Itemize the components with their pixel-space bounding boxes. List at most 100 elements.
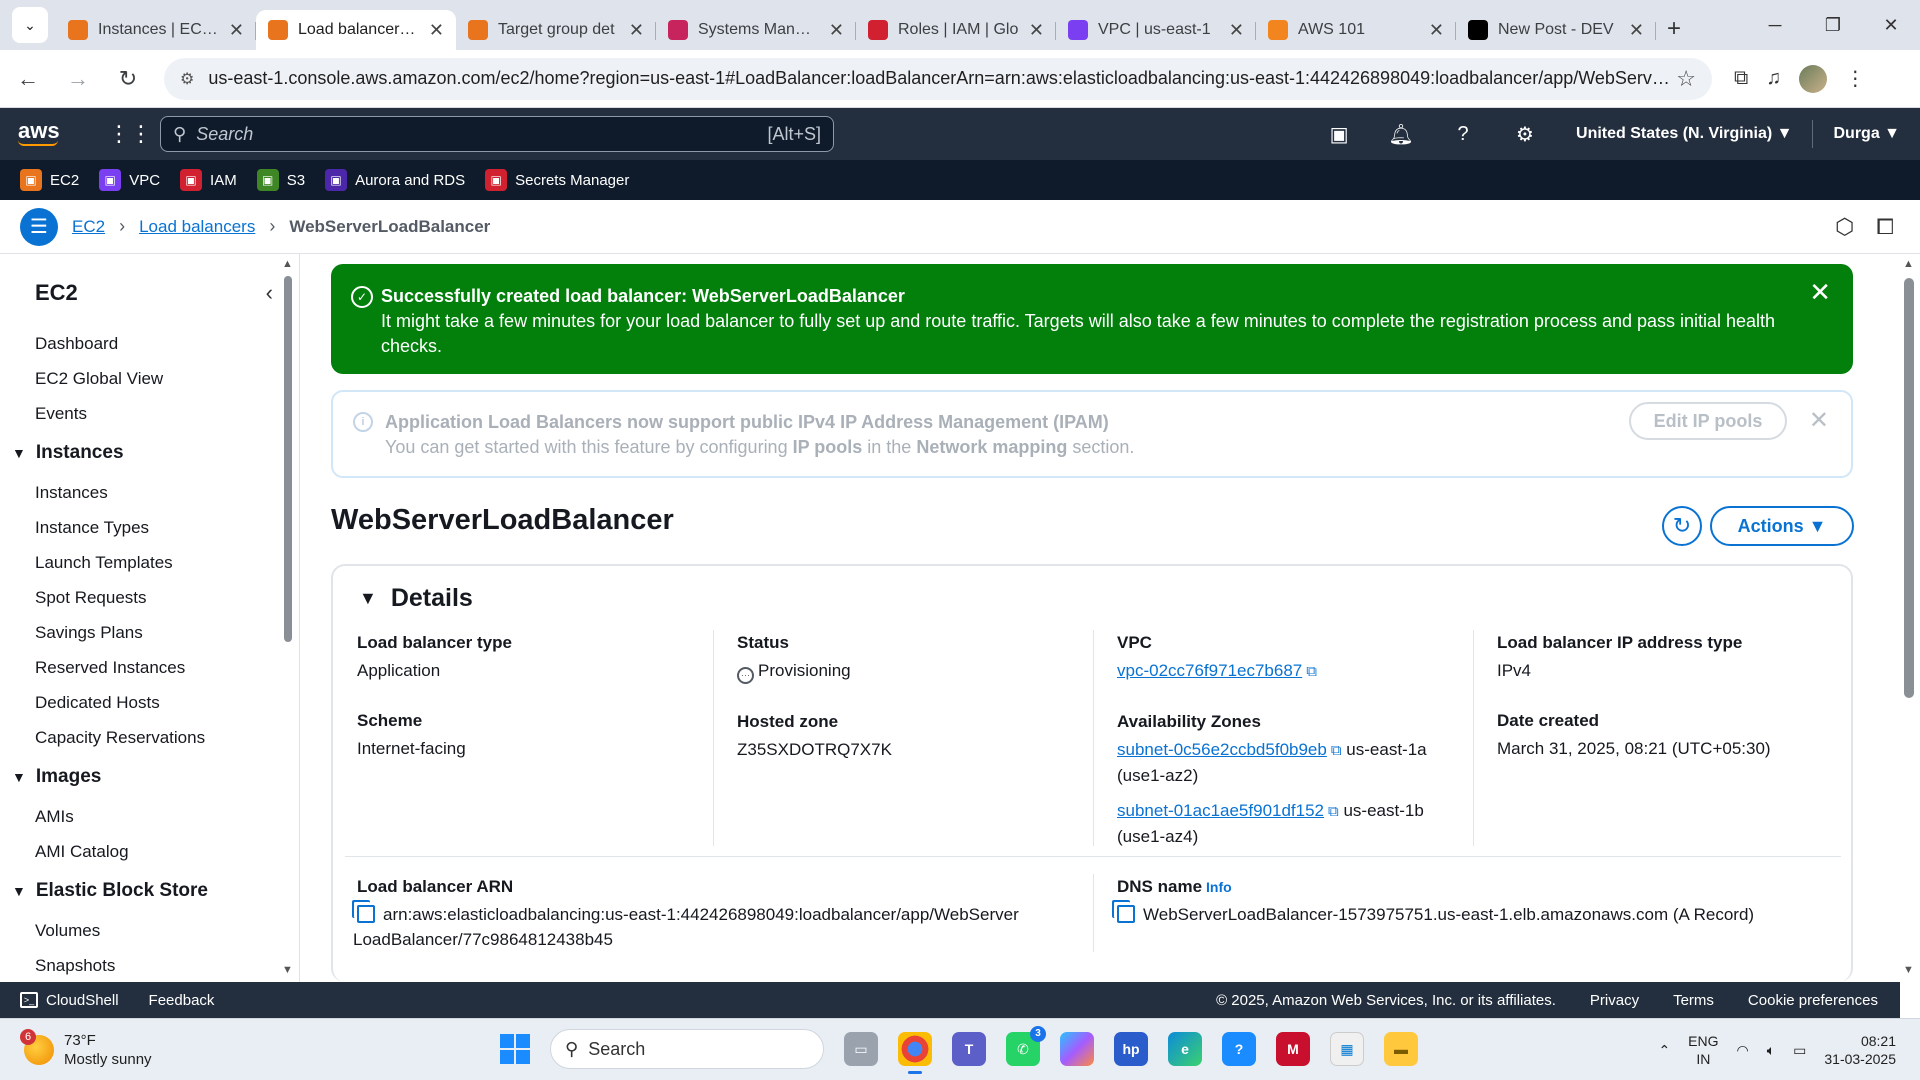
main-scrollbar[interactable]: ▲ ▼: [1896, 254, 1920, 982]
site-info-icon[interactable]: ⚙: [180, 69, 194, 89]
tab-search-button[interactable]: ⌄: [12, 7, 48, 43]
breadcrumb-load-balancers[interactable]: Load balancers: [139, 217, 255, 237]
help-icon[interactable]: ?: [1432, 123, 1494, 146]
browser-tab[interactable]: Target group det ✕: [456, 10, 656, 50]
sidebar-item[interactable]: Volumes: [0, 913, 299, 948]
actions-button[interactable]: Actions ▼: [1710, 506, 1854, 546]
feedback-link[interactable]: Feedback: [149, 992, 215, 1009]
teams-icon[interactable]: T: [952, 1032, 986, 1066]
back-button[interactable]: ←: [6, 57, 50, 101]
clock[interactable]: 08:21 31-03-2025: [1824, 1032, 1896, 1068]
service-shortcut[interactable]: ▣ S3: [256, 169, 305, 191]
sidebar-section-header[interactable]: ▼ Instances: [0, 431, 299, 475]
vpc-link[interactable]: vpc-02cc76f971ec7b687: [1117, 661, 1302, 680]
breadcrumb-ec2[interactable]: EC2: [72, 217, 105, 237]
details-header[interactable]: ▼ Details: [359, 584, 473, 613]
scroll-down-icon[interactable]: ▼: [282, 964, 293, 976]
forward-button[interactable]: →: [56, 57, 100, 101]
shield-settings-icon[interactable]: ⬡: [1835, 214, 1854, 240]
whatsapp-icon[interactable]: ✆ 3: [1006, 1026, 1046, 1066]
battery-icon[interactable]: ▭: [1793, 1042, 1806, 1059]
browser-tab[interactable]: Roles | IAM | Glo ✕: [856, 10, 1056, 50]
browser-tab[interactable]: Instances | EC2 | ✕: [56, 10, 256, 50]
chrome-icon[interactable]: [898, 1032, 932, 1074]
store-icon[interactable]: ▦: [1330, 1032, 1364, 1066]
sidebar-item[interactable]: Events: [0, 396, 299, 431]
get-help-icon[interactable]: ?: [1222, 1032, 1256, 1066]
sidebar-item[interactable]: Instances: [0, 475, 299, 510]
reload-button[interactable]: ↻: [106, 57, 150, 101]
browser-tab[interactable]: Load balancer de ✕: [256, 10, 456, 50]
menu-toggle-button[interactable]: ☰: [20, 207, 58, 246]
service-shortcut[interactable]: ▣ Aurora and RDS: [325, 169, 465, 191]
tab-close-icon[interactable]: ✕: [1429, 20, 1444, 41]
dismiss-success-button[interactable]: ✕: [1809, 279, 1831, 305]
new-tab-button[interactable]: +: [1656, 11, 1692, 47]
dismiss-info-button[interactable]: ✕: [1809, 408, 1829, 433]
show-hidden-icons-icon[interactable]: ⌃: [1658, 1042, 1670, 1059]
scroll-down-icon[interactable]: ▼: [1903, 964, 1914, 976]
service-shortcut[interactable]: ▣ IAM: [180, 169, 237, 191]
cookie-preferences-link[interactable]: Cookie preferences: [1748, 992, 1878, 1009]
more-menu-icon[interactable]: ⋮: [1845, 66, 1865, 91]
sidebar-item[interactable]: Dedicated Hosts: [0, 685, 299, 720]
settings-gear-icon[interactable]: ⚙: [1494, 122, 1556, 147]
weather-widget[interactable]: 6 73°F Mostly sunny: [20, 1028, 152, 1069]
scroll-up-icon[interactable]: ▲: [282, 258, 293, 270]
service-shortcut[interactable]: ▣ EC2: [20, 169, 79, 191]
notifications-bell-icon[interactable]: 🔔︎: [1370, 122, 1432, 147]
extensions-icon[interactable]: ⧉: [1734, 67, 1748, 90]
sidebar-item[interactable]: Snapshots: [0, 948, 299, 982]
task-view-icon[interactable]: ▭: [844, 1032, 878, 1066]
edge-icon[interactable]: e: [1168, 1032, 1202, 1066]
console-search-input[interactable]: ⚲ Search [Alt+S]: [160, 116, 834, 152]
browser-tab[interactable]: AWS 101 ✕: [1256, 10, 1456, 50]
windows-start-icon[interactable]: [500, 1034, 530, 1064]
wifi-icon[interactable]: ◠: [1737, 1042, 1749, 1059]
close-window-button[interactable]: ✕: [1862, 0, 1920, 50]
edit-ip-pools-button[interactable]: Edit IP pools: [1629, 402, 1787, 440]
language-indicator[interactable]: ENG IN: [1688, 1032, 1718, 1068]
tab-close-icon[interactable]: ✕: [1229, 20, 1244, 41]
terms-link[interactable]: Terms: [1673, 992, 1714, 1009]
privacy-link[interactable]: Privacy: [1590, 992, 1639, 1009]
sidebar-item[interactable]: EC2 Global View: [0, 361, 299, 396]
browser-tab[interactable]: VPC | us-east-1 ✕: [1056, 10, 1256, 50]
subnet-2-link[interactable]: subnet-01ac1ae5f901df152: [1117, 801, 1324, 820]
sidebar-section-header[interactable]: ▼ Images: [0, 755, 299, 799]
scrollbar-thumb[interactable]: [1904, 278, 1914, 698]
minimize-button[interactable]: ─: [1746, 0, 1804, 50]
scrollbar-thumb[interactable]: [284, 276, 292, 642]
media-control-icon[interactable]: ♫: [1766, 67, 1781, 90]
cloudshell-button[interactable]: >_ CloudShell: [20, 992, 119, 1009]
cloudshell-icon[interactable]: ▣: [1308, 122, 1370, 147]
sidebar-item[interactable]: Capacity Reservations: [0, 720, 299, 755]
taskbar-search[interactable]: ⚲ Search: [550, 1029, 824, 1069]
bookmark-star-icon[interactable]: ☆: [1676, 66, 1696, 92]
tab-close-icon[interactable]: ✕: [429, 20, 444, 41]
monitor-icon[interactable]: ⧠: [1876, 214, 1894, 240]
mcafee-icon[interactable]: M: [1276, 1032, 1310, 1066]
sidebar-item[interactable]: Instance Types: [0, 510, 299, 545]
browser-tab[interactable]: Systems Manage ✕: [656, 10, 856, 50]
copy-icon[interactable]: [1117, 905, 1135, 923]
tab-close-icon[interactable]: ✕: [829, 20, 844, 41]
tab-close-icon[interactable]: ✕: [629, 20, 644, 41]
region-selector[interactable]: United States (N. Virginia) ▼: [1556, 125, 1812, 143]
sidebar-item[interactable]: Dashboard: [0, 326, 299, 361]
account-menu[interactable]: Durga ▼: [1813, 125, 1920, 143]
tab-close-icon[interactable]: ✕: [1029, 20, 1044, 41]
volume-icon[interactable]: 🔈︎: [1767, 1042, 1775, 1059]
scroll-up-icon[interactable]: ▲: [1903, 258, 1914, 270]
service-shortcut[interactable]: ▣ VPC: [99, 169, 160, 191]
tab-close-icon[interactable]: ✕: [1629, 20, 1644, 41]
file-explorer-icon[interactable]: ▬: [1384, 1032, 1418, 1066]
profile-avatar[interactable]: [1799, 64, 1828, 93]
sidebar-item[interactable]: Launch Templates: [0, 545, 299, 580]
copy-icon[interactable]: [357, 905, 375, 923]
tab-close-icon[interactable]: ✕: [229, 20, 244, 41]
sidebar-item[interactable]: AMI Catalog: [0, 834, 299, 869]
services-grid-icon[interactable]: ⋮⋮⋮: [108, 121, 174, 147]
copilot-icon[interactable]: [1060, 1032, 1094, 1066]
sidebar-item[interactable]: Spot Requests: [0, 580, 299, 615]
